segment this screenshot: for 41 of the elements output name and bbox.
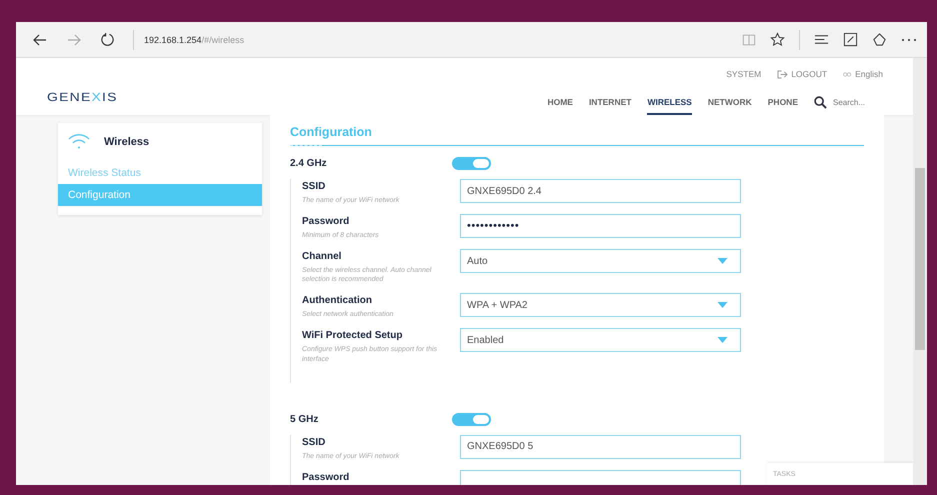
field-label: Authentication [302,295,373,306]
back-icon[interactable] [32,32,48,48]
logo: GENEX IS [47,90,118,104]
nav-tab[interactable]: NETWORK [708,94,752,115]
refresh-icon[interactable] [100,32,115,47]
wifi-icon [68,134,90,150]
caret-icon [717,258,728,264]
search-icon[interactable] [814,96,827,109]
field-label: SSID [302,436,326,448]
field-label: WiFi Protected Setup [302,330,404,342]
nav-tab[interactable]: HOME [547,94,573,115]
nav-tab[interactable]: INTERNET [588,94,632,115]
dropdown[interactable]: Auto [460,249,741,274]
nav-tab[interactable]: PHONE [768,94,798,115]
more-icon[interactable] [901,38,917,42]
caret-icon [717,337,728,344]
input-field[interactable]: GNXE695D0 5 [460,434,741,459]
field-label: SSID [302,181,326,192]
scrollbar[interactable] [913,58,927,485]
language-icon [843,70,852,78]
caret-icon [717,302,728,308]
note-pen-icon[interactable] [843,32,858,47]
input-field[interactable]: GNXE695D0 2.4 [460,179,741,203]
dropdown[interactable]: WPA + WPA2 [460,293,741,318]
header-link[interactable]: SYSTEM [726,69,762,79]
password-field[interactable]: •••••••••••• [460,214,741,238]
toggle-switch[interactable] [452,412,491,426]
logout-icon [777,70,788,78]
band-label: 2.4 GHz [290,158,328,169]
section-title: Configuration [290,125,373,139]
address-bar[interactable]: 192.168.1.254/#/wireless [144,34,244,44]
header-link[interactable]: English [843,69,883,79]
field-label: Password [302,472,350,483]
star-icon[interactable] [770,32,785,47]
field-label: Channel [302,251,342,262]
dropdown[interactable]: Enabled [460,328,741,352]
header-link[interactable]: LOGOUT [777,69,828,79]
toggle-switch[interactable] [452,157,491,170]
sidebar-title: Wireless [104,136,150,148]
field-label: Password [302,216,350,228]
band-label: 5 GHz [290,414,320,425]
